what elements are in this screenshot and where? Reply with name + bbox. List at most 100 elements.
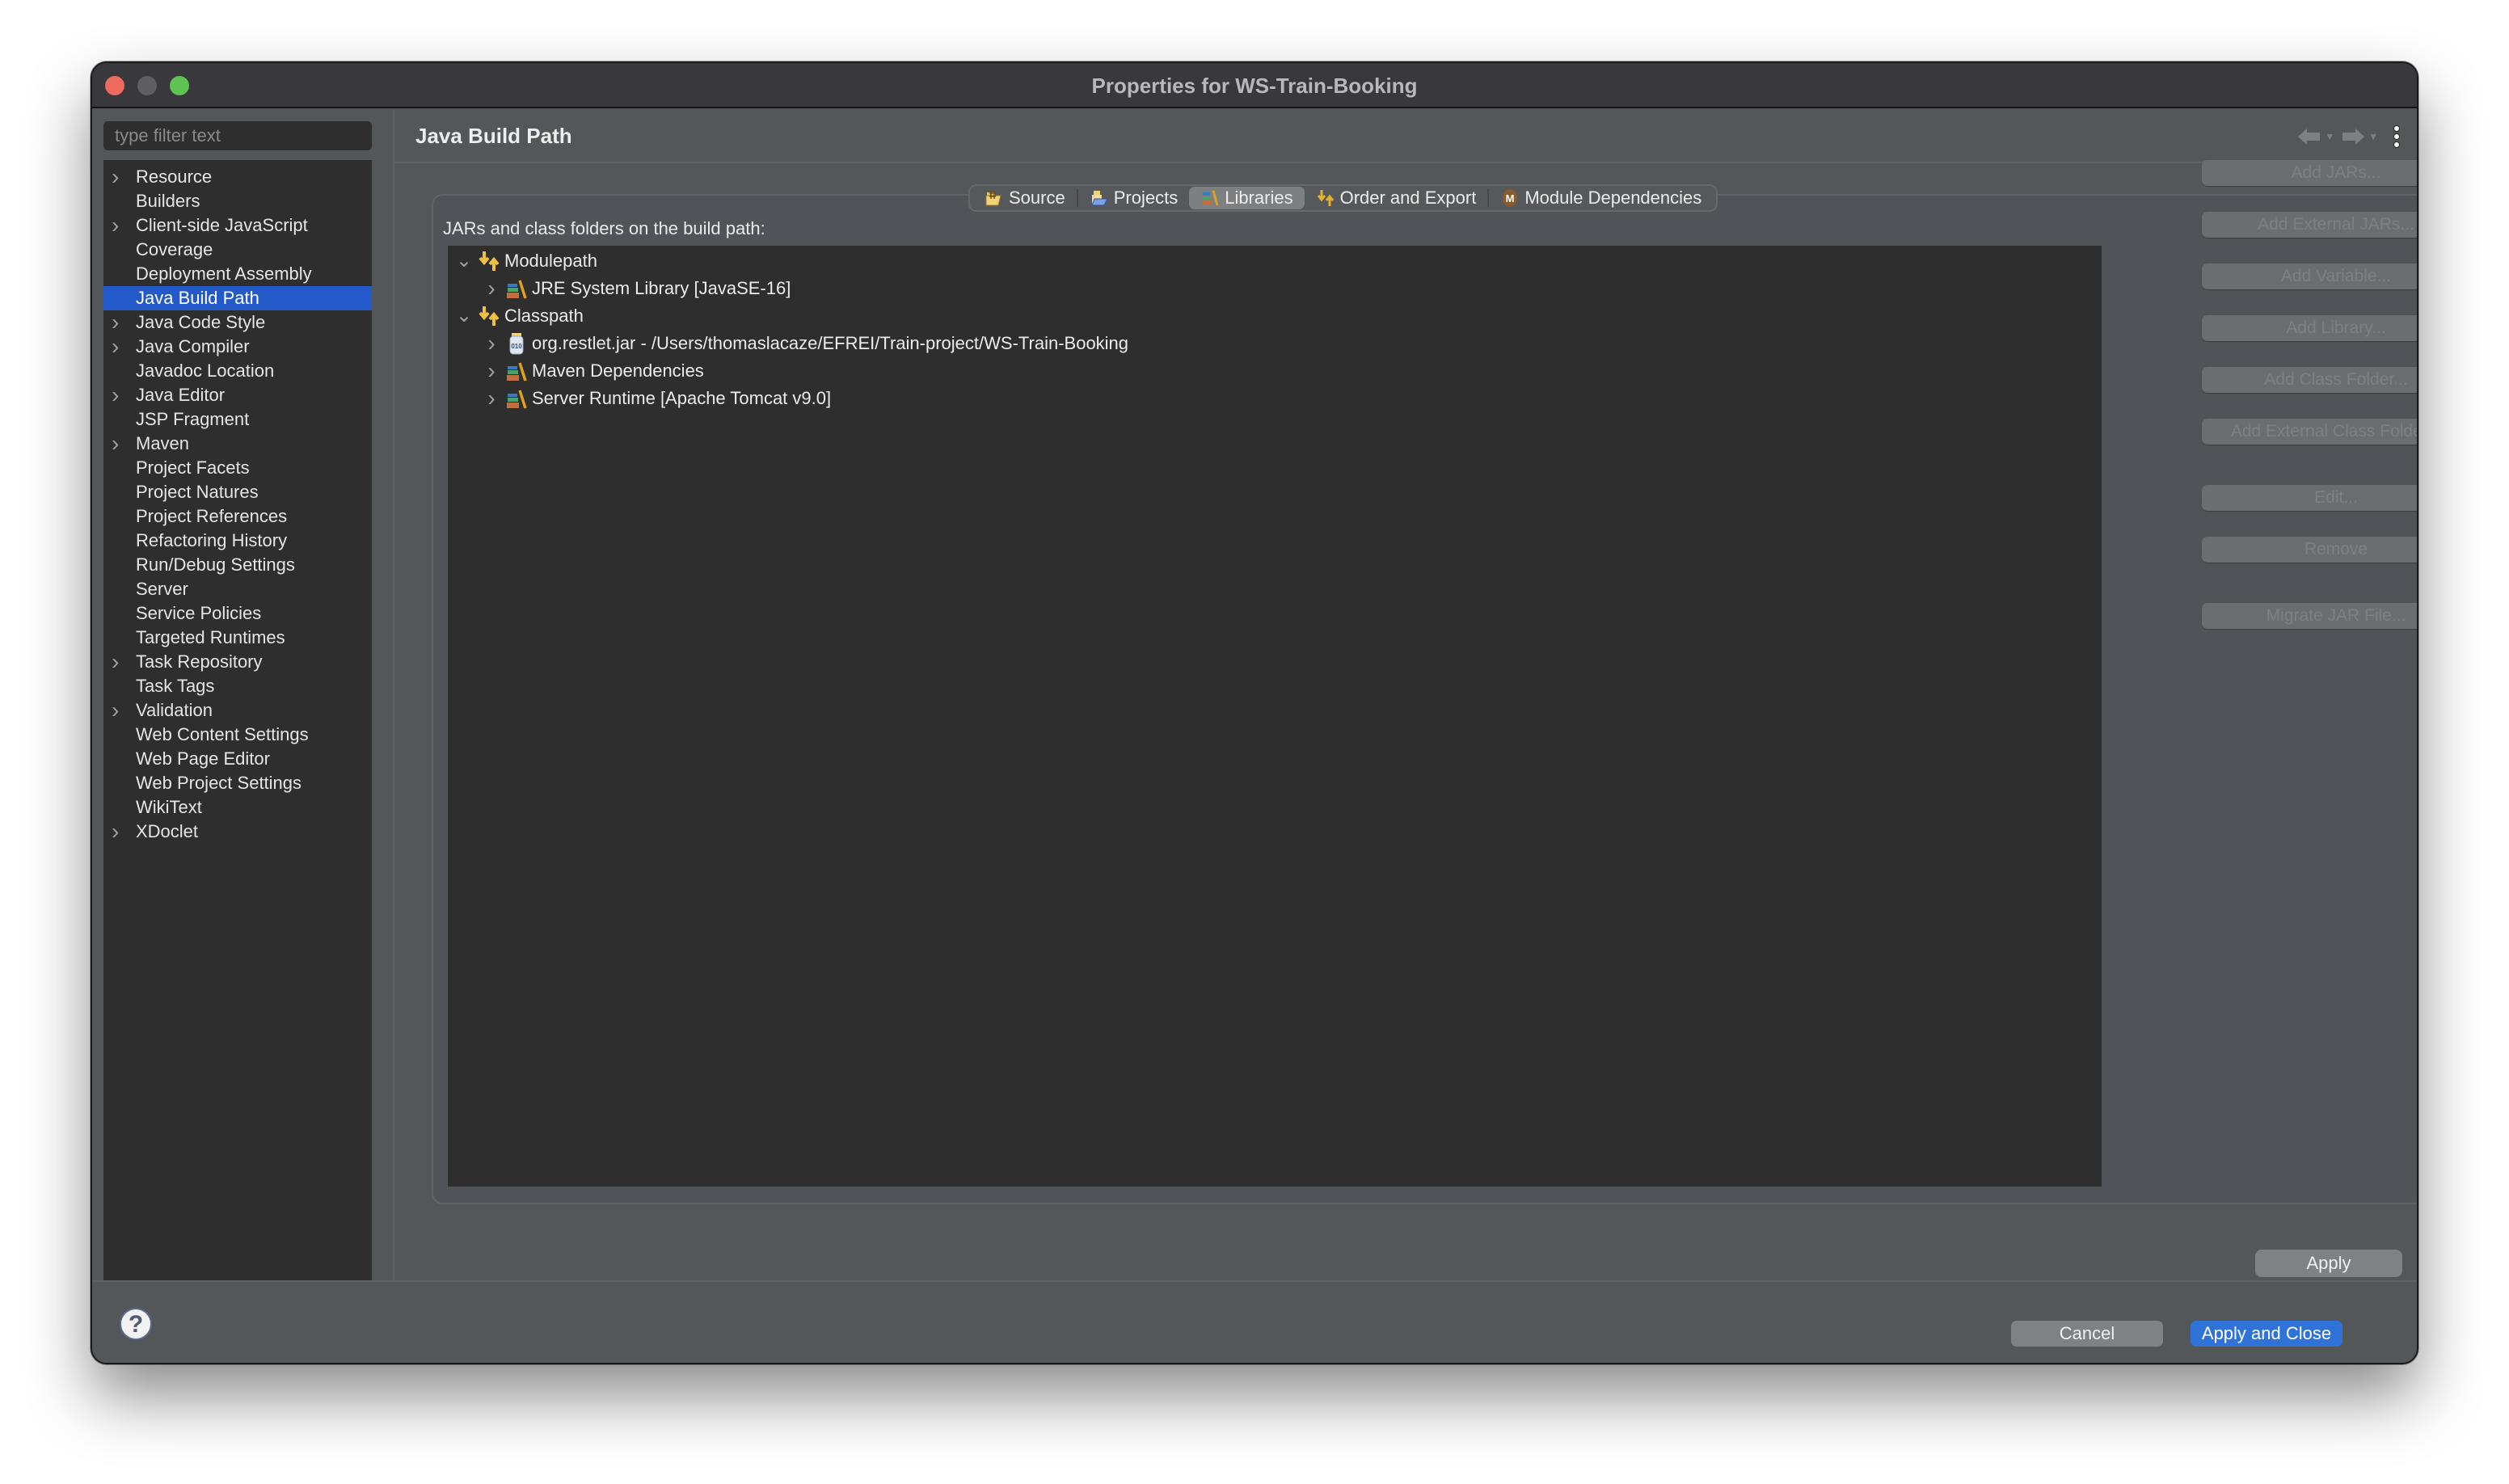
help-icon[interactable]: ? [120,1308,152,1340]
sidebar-item[interactable]: › Java Code Style [103,310,372,335]
sidebar-item-label: Maven [136,433,190,453]
sidebar-item[interactable]: Project Natures [103,480,372,504]
back-button[interactable]: ▼ [2297,128,2334,145]
sidebar-item[interactable]: › XDoclet [103,820,372,844]
add-variable-button[interactable]: Add Variable... [2202,263,2417,289]
tab-projects[interactable]: Projects [1078,187,1189,209]
sidebar-item-label: Run/Debug Settings [136,554,295,575]
apply-and-close-button[interactable]: Apply and Close [2191,1321,2342,1347]
sidebar-item[interactable]: Service Policies [103,601,372,626]
jar-icon: 010 [504,332,529,355]
add-library-button[interactable]: Add Library... [2202,315,2417,341]
sidebar-item-label: Web Content Settings [136,724,309,744]
sidebar-item[interactable]: JSP Fragment [103,407,372,432]
chevron-right-icon[interactable]: › [112,213,119,238]
tree-item[interactable]: › 010 org.restlet.jar - /Users/thomaslacaz… [448,330,2102,357]
sidebar-item[interactable]: WikiText [103,795,372,820]
sidebar-item-label: Service Policies [136,603,262,623]
sidebar-item-label: Java Code Style [136,312,266,332]
path-arrows-icon [477,250,501,272]
svg-text:010: 010 [511,343,522,350]
path-arrows-icon [477,305,501,327]
tab-label: Libraries [1225,188,1293,208]
vertical-dots-icon[interactable] [2393,125,2401,148]
remove-button[interactable]: Remove [2202,537,2417,563]
chevron-right-icon[interactable]: › [112,650,119,674]
chevron-right-icon[interactable]: › [479,275,504,302]
tree-item[interactable]: › Server Runtime [Apache Tomcat v9.0] [448,385,2102,412]
tab-order-and-export[interactable]: Order and Export [1305,187,1488,209]
title-bar: Properties for WS-Train-Booking [92,63,2417,108]
properties-tree: › Resource Builders › Client-side JavaScript… [103,160,372,1282]
back-dropdown-icon[interactable]: ▼ [2325,131,2334,142]
sidebar-item[interactable]: › Java Editor [103,383,372,407]
sidebar-item[interactable]: › Resource [103,165,372,189]
tree-item[interactable]: › JRE System Library [JavaSE-16] [448,275,2102,302]
add-external-class-folder-button[interactable]: Add External Class Folder... [2202,419,2417,445]
sidebar-item[interactable]: Builders [103,189,372,213]
sidebar-item[interactable]: › Validation [103,698,372,723]
forward-button[interactable]: ▼ [2341,128,2378,145]
sidebar-item[interactable]: Refactoring History [103,529,372,553]
chevron-right-icon[interactable]: › [479,330,504,357]
filter-input[interactable] [103,121,372,150]
migrate-jar-file-button[interactable]: Migrate JAR File... [2202,603,2417,629]
footer-separator [92,1280,2417,1282]
chevron-right-icon[interactable]: › [479,385,504,412]
sidebar-item[interactable]: › Client-side JavaScript [103,213,372,238]
sidebar-item[interactable]: Web Project Settings [103,771,372,795]
cancel-button[interactable]: Cancel [2011,1321,2163,1347]
sidebar-item-label: XDoclet [136,821,199,841]
library-icon [504,387,529,410]
chevron-right-icon[interactable]: › [112,820,119,844]
sidebar-item[interactable]: Task Tags [103,674,372,698]
sidebar-item-label: Java Compiler [136,336,250,356]
chevron-right-icon[interactable]: › [112,165,119,189]
sidebar-item[interactable]: Java Build Path [103,286,372,310]
sidebar-item[interactable]: › Task Repository [103,650,372,674]
tree-item[interactable]: ⌄ Classpath [448,302,2102,330]
sidebar-item-label: Project Natures [136,482,259,502]
sidebar-item[interactable]: Web Page Editor [103,747,372,771]
sidebar-item[interactable]: Targeted Runtimes [103,626,372,650]
sidebar-item[interactable]: Javadoc Location [103,359,372,383]
sidebar-item[interactable]: Project Facets [103,456,372,480]
sidebar-item[interactable]: Web Content Settings [103,723,372,747]
chevron-right-icon[interactable]: › [112,698,119,723]
tree-item[interactable]: ⌄ Modulepath [448,247,2102,275]
sidebar-item[interactable]: Coverage [103,238,372,262]
tab-label: Order and Export [1339,188,1477,208]
chevron-right-icon[interactable]: › [112,310,119,335]
add-external-jars-button[interactable]: Add External JARs... [2202,212,2417,238]
add-class-folder-button[interactable]: Add Class Folder... [2202,367,2417,393]
chevron-down-icon[interactable]: ⌄ [451,306,477,326]
sidebar-item-label: Targeted Runtimes [136,627,285,647]
libraries-tree[interactable]: ⌄ Modulepath › JRE System Library [JavaSE-1… [448,246,2102,1187]
sidebar-item[interactable]: Run/Debug Settings [103,553,372,577]
tab-source[interactable]: Source [973,187,1077,209]
chevron-right-icon[interactable]: › [112,383,119,407]
chevron-right-icon[interactable]: › [112,432,119,456]
sidebar-item-label: Client-side JavaScript [136,215,308,235]
add-jars-button[interactable]: Add JARs... [2202,160,2417,186]
sidebar-item-label: Java Build Path [136,288,259,308]
forward-dropdown-icon[interactable]: ▼ [2368,131,2378,142]
edit-button[interactable]: Edit... [2202,485,2417,511]
tree-item-label: Maven Dependencies [532,360,704,381]
sidebar-item[interactable]: Project References [103,504,372,529]
apply-button[interactable]: Apply [2255,1250,2402,1277]
sidebar-item[interactable]: Deployment Assembly [103,262,372,286]
sidebar-item-label: Coverage [136,239,213,259]
tab-module-dependencies[interactable]: M Module Dependencies [1489,187,1713,209]
tab-libraries[interactable]: Libraries [1189,187,1305,209]
chevron-down-icon[interactable]: ⌄ [451,251,477,271]
library-books-icon [1200,188,1220,208]
chevron-right-icon[interactable]: › [112,335,119,359]
sidebar-item[interactable]: Server [103,577,372,601]
module-m-icon: M [1500,188,1520,208]
sidebar-item[interactable]: › Java Compiler [103,335,372,359]
tree-item[interactable]: › Maven Dependencies [448,357,2102,385]
tree-item-label: Server Runtime [Apache Tomcat v9.0] [532,388,832,408]
sidebar-item[interactable]: › Maven [103,432,372,456]
chevron-right-icon[interactable]: › [479,357,504,385]
